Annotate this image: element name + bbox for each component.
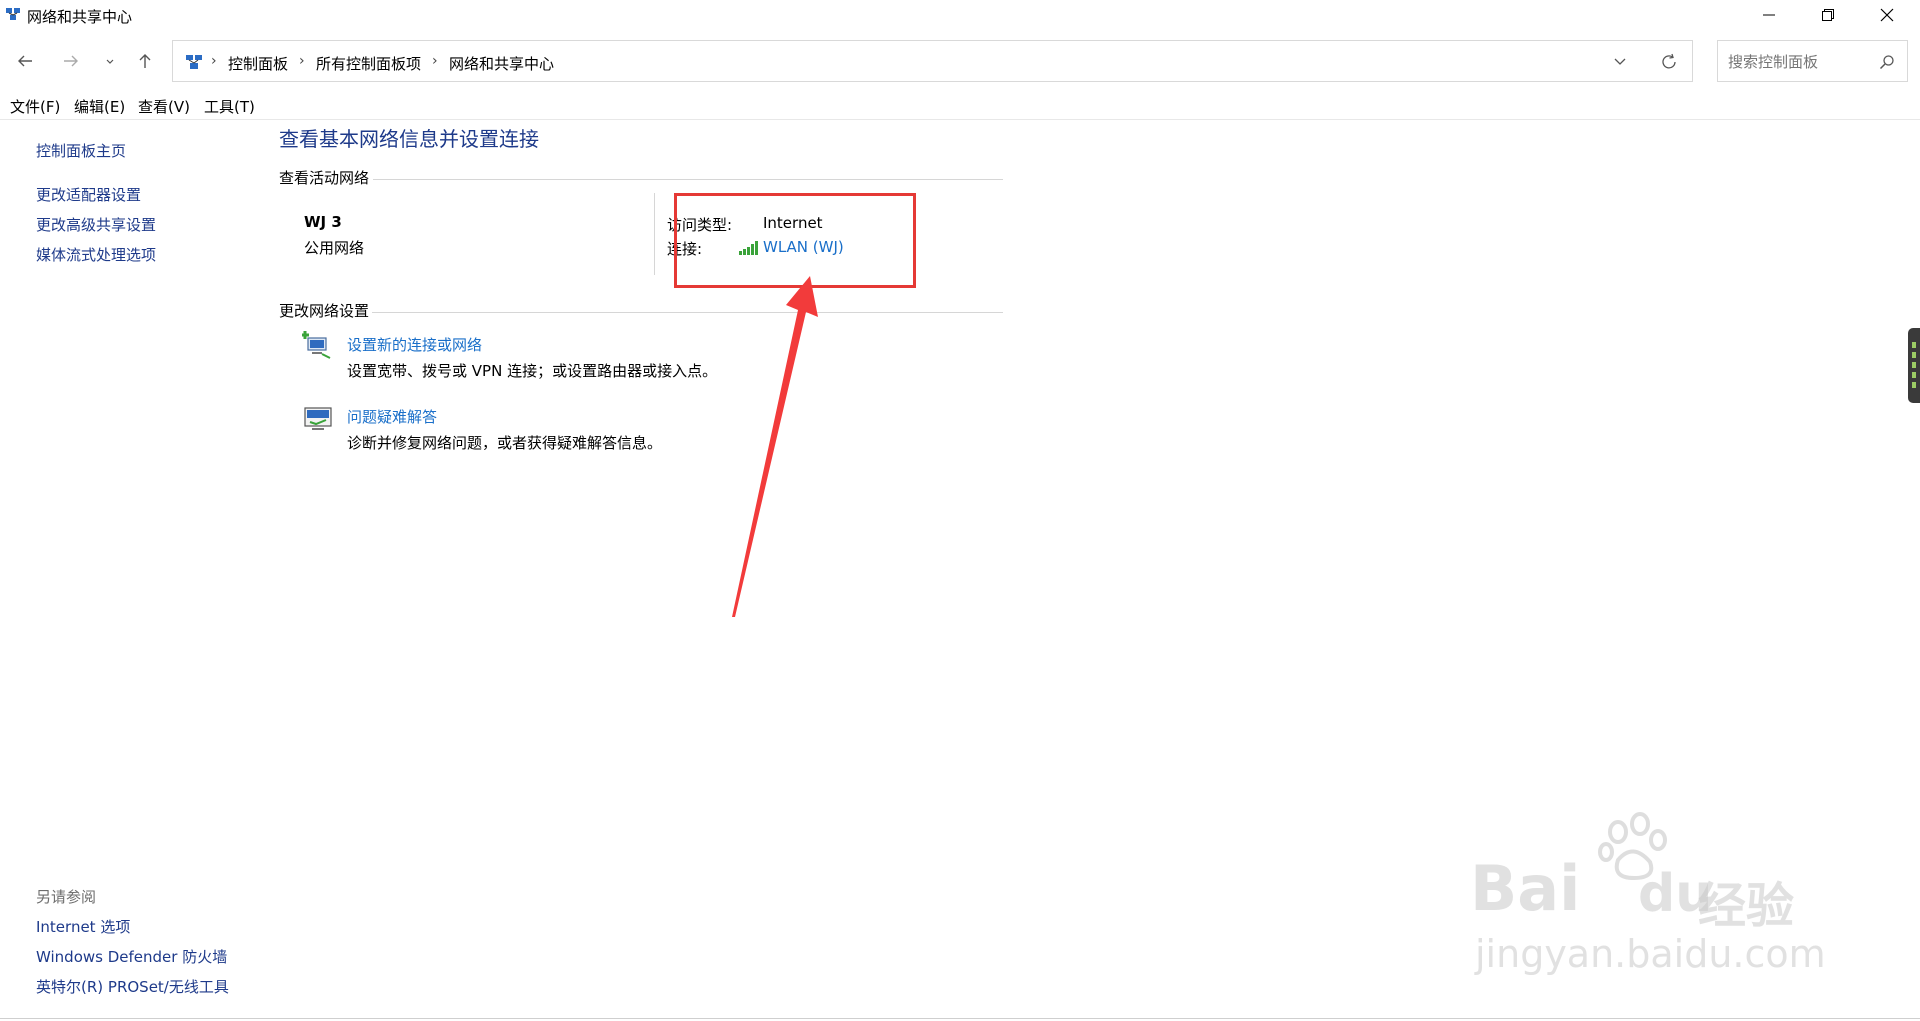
troubleshoot-link[interactable]: 问题疑难解答: [347, 406, 437, 427]
highlight-annotation-box: [674, 193, 916, 288]
chevron-down-icon: [106, 59, 114, 64]
breadcrumb-control-panel[interactable]: 控制面板: [228, 53, 288, 74]
refresh-icon[interactable]: [1660, 53, 1678, 71]
restore-button[interactable]: [1799, 0, 1857, 30]
sidebar-item-adapter-settings[interactable]: 更改适配器设置: [36, 184, 141, 205]
troubleshoot-description: 诊断并修复网络问题，或者获得疑难解答信息。: [347, 434, 663, 452]
title-bar: 网络和共享中心: [0, 0, 1920, 30]
arrow-right-icon: [64, 55, 78, 67]
minimize-button[interactable]: [1740, 0, 1798, 30]
chevron-down-icon[interactable]: [1612, 53, 1628, 69]
network-divider: [654, 193, 655, 275]
address-bar[interactable]: › 控制面板 › 所有控制面板项 › 网络和共享中心: [172, 40, 1693, 82]
watermark-url: jingyan.baidu.com: [1475, 932, 1826, 976]
close-icon: [1880, 8, 1894, 22]
breadcrumb-separator: ›: [211, 53, 217, 69]
menu-divider: [0, 119, 1920, 120]
network-name: WJ 3: [304, 213, 342, 231]
window-title: 网络和共享中心: [27, 8, 133, 26]
menu-file[interactable]: 文件(F): [10, 96, 60, 117]
sidebar-item-advanced-sharing[interactable]: 更改高级共享设置: [36, 214, 156, 235]
minimize-icon: [1763, 14, 1775, 16]
sidebar-item-control-panel-home[interactable]: 控制面板主页: [36, 140, 126, 161]
sidebar-item-media-streaming[interactable]: 媒体流式处理选项: [36, 244, 156, 265]
close-button[interactable]: [1858, 0, 1916, 30]
menu-view[interactable]: 查看(V): [138, 96, 190, 117]
network-location-icon: [186, 55, 202, 69]
arrow-up-icon: [139, 54, 151, 68]
side-widget[interactable]: [1908, 328, 1920, 403]
search-icon[interactable]: [1879, 54, 1895, 70]
back-button[interactable]: [12, 48, 38, 74]
setup-new-connection-link[interactable]: 设置新的连接或网络: [347, 334, 482, 355]
menu-edit[interactable]: 编辑(E): [74, 96, 125, 117]
breadcrumb-separator: ›: [432, 53, 438, 69]
breadcrumb-separator: ›: [299, 53, 305, 69]
search-input[interactable]: [1726, 49, 1876, 75]
setup-new-connection-description: 设置宽带、拨号或 VPN 连接；或设置路由器或接入点。: [347, 362, 718, 380]
section-divider: [373, 179, 1003, 180]
watermark-brand: Bai: [1470, 852, 1581, 925]
network-center-icon: [6, 8, 20, 20]
breadcrumb-all-items[interactable]: 所有控制面板项: [316, 53, 421, 74]
see-also-intel-proset[interactable]: 英特尔(R) PROSet/无线工具: [36, 976, 229, 997]
baidu-watermark: Bai du 经验 jingyan.baidu.com: [1470, 810, 1826, 980]
see-also-defender-firewall[interactable]: Windows Defender 防火墙: [36, 946, 227, 967]
troubleshoot-icon: [304, 407, 332, 430]
breadcrumb-network-center[interactable]: 网络和共享中心: [449, 53, 554, 74]
watermark-brand-cn: 经验: [1698, 878, 1795, 934]
active-networks-heading: 查看活动网络: [279, 169, 370, 187]
search-box[interactable]: [1717, 40, 1908, 82]
forward-button[interactable]: [58, 48, 84, 74]
restore-icon: [1822, 9, 1834, 21]
menu-tools[interactable]: 工具(T): [204, 96, 255, 117]
arrow-left-icon: [18, 55, 32, 67]
section-divider: [372, 312, 1003, 313]
recent-locations-button[interactable]: [97, 48, 123, 74]
up-button[interactable]: [132, 48, 158, 74]
new-connection-icon: [302, 331, 331, 359]
see-also-heading: 另请参阅: [36, 888, 97, 906]
navigation-bar: › 控制面板 › 所有控制面板项 › 网络和共享中心: [0, 38, 1920, 84]
network-category[interactable]: 公用网络: [304, 237, 364, 258]
window-bottom-border: [0, 1018, 1920, 1019]
change-settings-heading: 更改网络设置: [279, 302, 370, 320]
page-title: 查看基本网络信息并设置连接: [279, 127, 539, 151]
see-also-internet-options[interactable]: Internet 选项: [36, 916, 130, 937]
